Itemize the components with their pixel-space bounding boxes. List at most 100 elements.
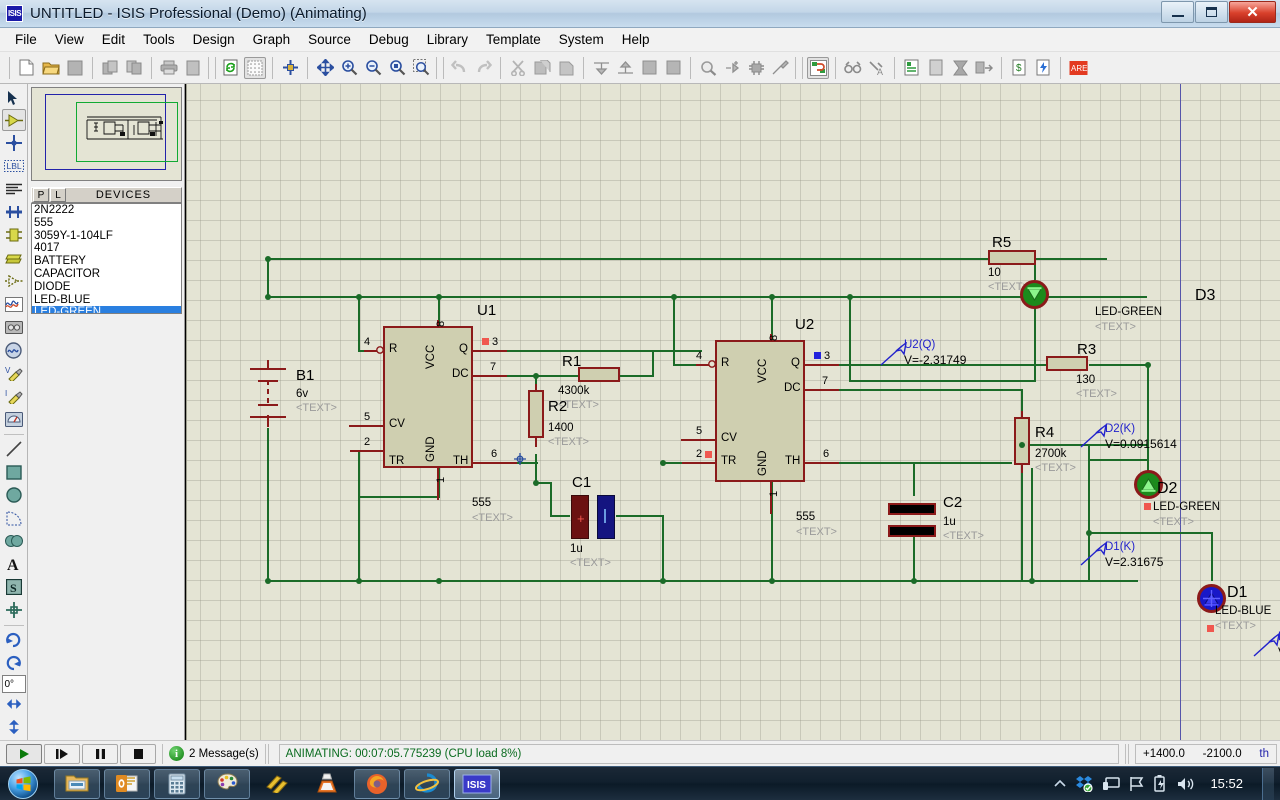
c1-reference[interactable]: C1 bbox=[572, 474, 591, 491]
probe-u2q-label[interactable]: U2(Q) bbox=[904, 339, 935, 351]
d1-text[interactable]: <TEXT> bbox=[1215, 620, 1256, 632]
export-section-icon[interactable] bbox=[123, 57, 145, 79]
r4-reference[interactable]: R4 bbox=[1035, 424, 1054, 441]
wire-u1-gnd-h[interactable] bbox=[358, 496, 440, 498]
r5-value[interactable]: 10 bbox=[988, 267, 1001, 279]
c2-plate-top[interactable] bbox=[888, 503, 936, 515]
tape-recorder-mode-icon[interactable] bbox=[2, 316, 26, 338]
wire-vcc-second[interactable] bbox=[267, 296, 1147, 298]
schematic-canvas[interactable]: U1 555 <TEXT> 4 8 3 7 5 2 6 1 R VCC Q DC… bbox=[186, 84, 1280, 740]
new-sheet-icon[interactable] bbox=[925, 57, 947, 79]
pan-icon[interactable] bbox=[314, 57, 336, 79]
taskbar-button-vlc[interactable] bbox=[304, 769, 350, 799]
terminals-mode-icon[interactable] bbox=[2, 247, 26, 269]
u1-reference[interactable]: U1 bbox=[477, 302, 496, 319]
zoom-in-icon[interactable] bbox=[338, 57, 360, 79]
arc-tool-icon[interactable] bbox=[2, 507, 26, 529]
selection-mode-icon[interactable] bbox=[2, 86, 26, 108]
wire-label-mode-icon[interactable]: LBL bbox=[2, 155, 26, 177]
wire-c1-left-in[interactable] bbox=[550, 515, 570, 517]
box-tool-icon[interactable] bbox=[2, 461, 26, 483]
design-overview-panel[interactable] bbox=[31, 87, 182, 181]
wire-u1-out[interactable] bbox=[506, 350, 702, 352]
junction-dot-mode-icon[interactable] bbox=[2, 132, 26, 154]
wire-c1-right-down[interactable] bbox=[662, 515, 664, 581]
property-assignment-icon[interactable]: A bbox=[866, 57, 888, 79]
text-script-mode-icon[interactable] bbox=[2, 178, 26, 200]
b1-reference[interactable]: B1 bbox=[296, 367, 314, 384]
r3-reference[interactable]: R3 bbox=[1077, 341, 1096, 358]
u2-value[interactable]: 555 bbox=[796, 511, 815, 523]
menu-system[interactable]: System bbox=[550, 29, 613, 50]
probe-arrow-icon[interactable] bbox=[1253, 633, 1280, 657]
b1-text[interactable]: <TEXT> bbox=[296, 402, 337, 414]
u2-reference[interactable]: U2 bbox=[795, 316, 814, 333]
menu-tools[interactable]: Tools bbox=[134, 29, 184, 50]
r2-body[interactable] bbox=[528, 390, 544, 438]
wire-c2-top[interactable] bbox=[913, 462, 915, 496]
menu-graph[interactable]: Graph bbox=[244, 29, 300, 50]
zoom-area-icon[interactable] bbox=[410, 57, 432, 79]
bus-mode-icon[interactable] bbox=[2, 201, 26, 223]
wire-d2-anode-h[interactable] bbox=[1088, 459, 1148, 461]
wire-battery-plus[interactable] bbox=[267, 258, 269, 298]
rotate-anticlockwise-icon[interactable] bbox=[2, 652, 26, 674]
menu-library[interactable]: Library bbox=[418, 29, 477, 50]
menu-template[interactable]: Template bbox=[477, 29, 550, 50]
d2-reference[interactable]: D2 bbox=[1157, 480, 1177, 498]
circle-tool-icon[interactable] bbox=[2, 484, 26, 506]
menu-source[interactable]: Source bbox=[299, 29, 360, 50]
block-move-icon[interactable] bbox=[614, 57, 636, 79]
probe-d2k-label[interactable]: D2(K) bbox=[1105, 423, 1135, 435]
generator-mode-icon[interactable] bbox=[2, 339, 26, 361]
save-icon[interactable] bbox=[64, 57, 86, 79]
taskbar-button-winamp[interactable] bbox=[254, 769, 300, 799]
search-tag-icon[interactable] bbox=[842, 57, 864, 79]
zoom-all-icon[interactable] bbox=[386, 57, 408, 79]
wire-d3-cathode[interactable] bbox=[1034, 307, 1036, 382]
d1-reference[interactable]: D1 bbox=[1227, 584, 1247, 602]
r3-text[interactable]: <TEXT> bbox=[1076, 388, 1117, 400]
r3-body[interactable] bbox=[1046, 356, 1088, 371]
taskbar-button-outlook[interactable] bbox=[104, 769, 150, 799]
minimize-button[interactable] bbox=[1161, 1, 1194, 23]
wire-c1-left-v[interactable] bbox=[550, 482, 552, 516]
d1-value[interactable]: LED-BLUE bbox=[1215, 605, 1271, 617]
network-icon[interactable] bbox=[1102, 776, 1120, 792]
undo-icon[interactable] bbox=[448, 57, 470, 79]
wire-battery-minus[interactable] bbox=[267, 428, 269, 582]
wire-autorouter-icon[interactable] bbox=[807, 57, 829, 79]
r1-reference[interactable]: R1 bbox=[562, 353, 581, 370]
mirror-horizontal-icon[interactable] bbox=[2, 693, 26, 715]
remove-sheet-icon[interactable] bbox=[949, 57, 971, 79]
wire-r1-right[interactable] bbox=[619, 375, 654, 377]
c1-value[interactable]: 1u bbox=[570, 543, 583, 555]
wire-d1-anode-v[interactable] bbox=[1031, 468, 1033, 581]
wire-r3-right[interactable] bbox=[1089, 364, 1149, 366]
wire-d3-return[interactable] bbox=[849, 380, 1035, 382]
path-tool-icon[interactable] bbox=[2, 530, 26, 552]
rotate-clockwise-icon[interactable] bbox=[2, 629, 26, 651]
marker-tool-icon[interactable] bbox=[2, 599, 26, 621]
block-delete-icon[interactable] bbox=[662, 57, 684, 79]
virtual-instruments-mode-icon[interactable] bbox=[2, 408, 26, 430]
list-item[interactable]: LED-BLUE bbox=[32, 294, 181, 307]
wire-c2-bot[interactable] bbox=[913, 532, 915, 581]
d2-value[interactable]: LED-GREEN bbox=[1153, 501, 1220, 513]
wire-u1-tr-down[interactable] bbox=[358, 450, 360, 581]
wire-d1-branch-v[interactable] bbox=[1211, 532, 1213, 581]
import-section-icon[interactable] bbox=[99, 57, 121, 79]
r2-reference[interactable]: R2 bbox=[548, 398, 567, 415]
text-tool-icon[interactable]: A bbox=[2, 553, 26, 575]
pick-devices-button[interactable]: P bbox=[33, 188, 49, 202]
r5-reference[interactable]: R5 bbox=[992, 234, 1011, 251]
menu-help[interactable]: Help bbox=[613, 29, 659, 50]
list-item[interactable]: CAPACITOR bbox=[32, 268, 181, 281]
wire-u2-reset-h[interactable] bbox=[673, 364, 697, 366]
c2-plate-bottom[interactable] bbox=[888, 525, 936, 537]
d3-value[interactable]: LED-GREEN bbox=[1095, 306, 1162, 318]
cut-icon[interactable] bbox=[507, 57, 529, 79]
print-icon[interactable] bbox=[158, 57, 180, 79]
component-mode-icon[interactable] bbox=[2, 109, 26, 131]
list-item[interactable]: 4017 bbox=[32, 242, 181, 255]
